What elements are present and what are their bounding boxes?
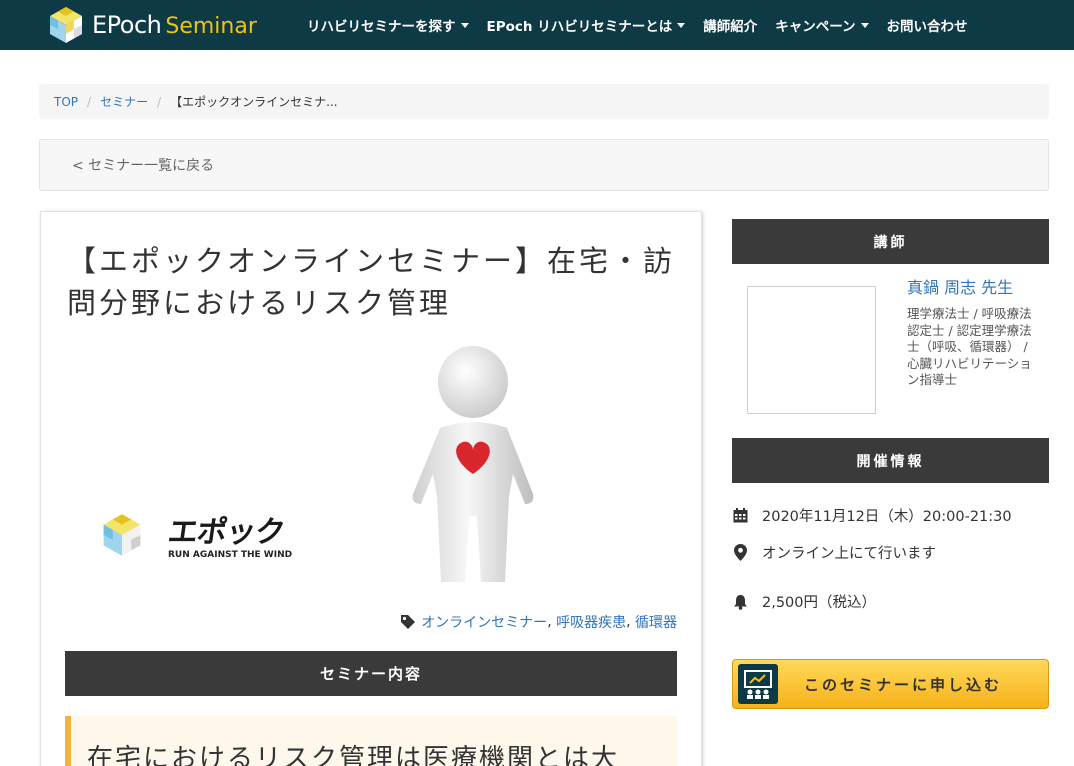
- tag-link-online-seminar[interactable]: オンラインセミナー: [421, 612, 547, 632]
- event-date: 2020年11月12日（木）20:00-21:30: [762, 509, 1012, 525]
- seminar-intro-box: 在宅におけるリスク管理は医療機関とは大: [65, 716, 677, 766]
- event-price: 2,500円（税込）: [762, 595, 877, 611]
- teacher-board-icon: [738, 664, 778, 704]
- nav-find-seminar[interactable]: リハビリセミナーを探す: [298, 15, 478, 35]
- nav-about-epoch[interactable]: EPoch リハビリセミナーとは: [478, 15, 695, 35]
- event-location: オンライン上にて行います: [762, 546, 936, 562]
- lecturer-header: 講師: [732, 219, 1049, 264]
- epoch-wordmark: エポック RUN AGAINST THE WIND: [165, 515, 293, 560]
- caret-down-icon: [460, 22, 469, 28]
- bell-icon: [732, 594, 748, 610]
- breadcrumb-seminar-link[interactable]: セミナー: [100, 93, 148, 110]
- breadcrumb-separator: /: [87, 94, 92, 109]
- map-pin-icon: [732, 544, 748, 561]
- back-to-list-link[interactable]: < セミナー一覧に戻る: [39, 139, 1049, 191]
- seminar-content-header: セミナー内容: [65, 651, 677, 696]
- nav-label: リハビリセミナーを探す: [307, 19, 456, 35]
- epoch-wordmark-jp: エポック: [165, 515, 287, 550]
- seminar-intro-text: 在宅におけるリスク管理は医療機関とは大: [87, 744, 620, 766]
- nav-label: キャンペーン: [775, 19, 856, 35]
- epoch-wordmark-tagline: RUN AGAINST THE WIND: [168, 550, 293, 560]
- breadcrumb-home-link[interactable]: TOP: [54, 95, 78, 109]
- event-price-row: 2,500円（税込）: [732, 591, 876, 612]
- event-date-row: 2020年11月12日（木）20:00-21:30: [732, 505, 1012, 526]
- lecturer-name-link[interactable]: 真鍋 周志 先生: [907, 274, 1013, 298]
- calendar-icon: [732, 508, 748, 524]
- apply-button-label: このセミナーに申し込む: [803, 675, 1002, 694]
- tag-separator: ,: [626, 614, 631, 630]
- person-heart-figure: [412, 346, 534, 582]
- tag-link-circulatory[interactable]: 循環器: [635, 612, 677, 632]
- tag-icon: [401, 615, 416, 629]
- nav-label: 講師紹介: [703, 19, 758, 35]
- tag-link-respiratory[interactable]: 呼吸器疾患: [556, 612, 626, 632]
- apply-seminar-button[interactable]: このセミナーに申し込む: [732, 659, 1049, 709]
- lecturer-qualifications: 理学療法士 / 呼吸療法認定士 / 認定理学療法士（呼吸、循環器） / 心臓リハ…: [907, 306, 1032, 387]
- breadcrumb: TOP / セミナー / 【エポックオンラインセミナ...: [39, 84, 1049, 119]
- nav-label: お問い合わせ: [886, 19, 968, 35]
- nav-contact[interactable]: お問い合わせ: [878, 15, 977, 35]
- top-navbar: EPoch Seminar リハビリセミナーを探す EPoch リハビリセミナーと…: [0, 0, 1074, 50]
- breadcrumb-current: 【エポックオンラインセミナ...: [170, 95, 338, 109]
- brand-name-secondary: Seminar: [165, 14, 257, 39]
- seminar-title: 【エポックオンラインセミナー】在宅・訪問分野におけるリスク管理: [67, 244, 676, 320]
- event-location-row: オンライン上にて行います: [732, 542, 936, 563]
- epoch-cube-icon: [103, 514, 141, 556]
- breadcrumb-separator: /: [157, 94, 162, 109]
- brand-name-primary: EPoch: [92, 11, 162, 39]
- seminar-tags: オンラインセミナー, 呼吸器疾患, 循環器: [400, 612, 677, 632]
- nav-label: EPoch リハビリセミナーとは: [486, 19, 673, 35]
- nav-lecturers[interactable]: 講師紹介: [694, 15, 766, 35]
- main-nav: リハビリセミナーを探す EPoch リハビリセミナーとは 講師紹介 キャンペーン…: [298, 0, 977, 50]
- caret-down-icon: [860, 22, 869, 28]
- lecturer-photo: [747, 286, 876, 414]
- seminar-detail-card: 【エポックオンラインセミナー】在宅・訪問分野におけるリスク管理 エポック RUN…: [40, 211, 702, 766]
- epoch-cube-icon: [50, 7, 82, 43]
- tag-separator: ,: [547, 614, 552, 630]
- caret-down-icon: [677, 22, 686, 28]
- brand-logo-link[interactable]: EPoch Seminar: [48, 3, 257, 47]
- seminar-hero-image: エポック RUN AGAINST THE WIND: [95, 342, 655, 592]
- event-info-header: 開催情報: [732, 438, 1049, 483]
- nav-campaign[interactable]: キャンペーン: [766, 15, 877, 35]
